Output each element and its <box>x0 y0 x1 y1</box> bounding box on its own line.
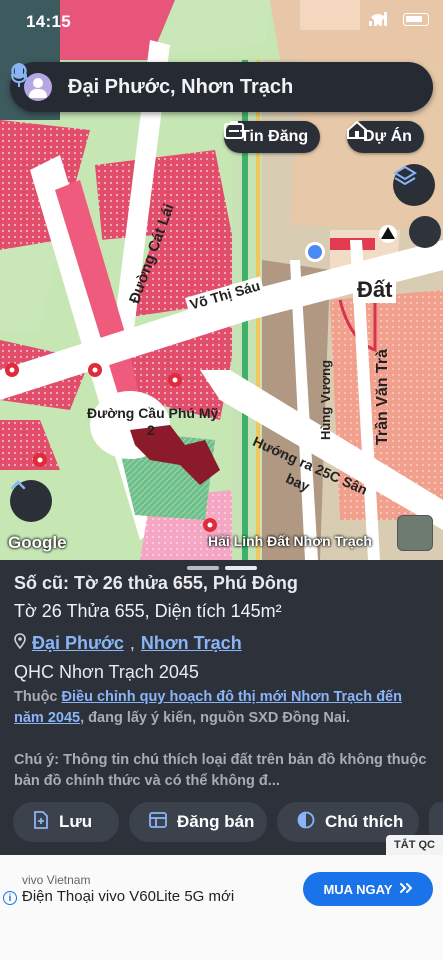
dang-ban-label: Đăng bán <box>177 812 255 831</box>
parcel-location: Đại Phước, Nhơn Trạch <box>14 633 242 654</box>
map-label-dat: Đất <box>353 277 397 303</box>
status-time: 14:15 <box>26 12 71 31</box>
chu-thich-label: Chú thích <box>325 812 404 831</box>
map-label-hung-vuong: Hùng Vương <box>318 359 333 440</box>
tin-dang-chip[interactable]: Tin Đăng <box>224 121 321 153</box>
location-separator: , <box>129 633 135 653</box>
info-panel: Số cũ: Tờ 26 thửa 655, Phú Đông Tờ 26 Th… <box>0 560 443 855</box>
location-district-link[interactable]: Nhơn Trạch <box>141 633 242 654</box>
save-label: Lưu <box>59 812 93 831</box>
legend-icon <box>297 811 315 834</box>
close-ad-button[interactable]: TẮT QC <box>386 835 443 855</box>
compass-button[interactable] <box>409 216 441 248</box>
map-label-cau-phu-my: Đường Cầu Phú Mỹ <box>87 405 219 421</box>
plan-note-suffix: , đang lấy ý kiến, nguồn SXD Đồng Nai. <box>80 710 351 726</box>
plan-note: Thuộc Điều chỉnh quy hoạch đô thị mới Nh… <box>14 687 432 729</box>
du-an-chip[interactable]: Dự Án <box>347 121 424 153</box>
save-icon <box>33 810 49 834</box>
search-input[interactable]: Đại Phước, Nhơn Trạch <box>68 76 347 99</box>
location-pin-icon <box>14 633 26 654</box>
du-an-label: Dự Án <box>363 128 412 145</box>
drag-handle[interactable] <box>187 566 219 570</box>
action-bar: Lưu Đăng bán Chú thích <box>13 802 443 842</box>
disclaimer-text: Chú ý: Thông tin chú thích loại đất trên… <box>14 752 427 789</box>
dang-ban-button[interactable]: Đăng bán <box>129 802 267 842</box>
qhc-label: QHC Nhơn Trạch 2045 <box>14 662 199 682</box>
ad-cta-label: MUA NGAY <box>323 881 393 897</box>
street-view-thumbnail[interactable] <box>397 515 433 551</box>
parcel-details: Tờ 26 Thửa 655, Diện tích 145m² <box>14 601 282 621</box>
google-logo: Google <box>8 533 67 552</box>
watermark-text: Hải Linh Đất Nhơn Trạch <box>208 533 372 549</box>
double-chevron-right-icon <box>399 882 413 897</box>
location-ward-link[interactable]: Đại Phước <box>32 633 124 654</box>
drag-handle-active[interactable] <box>225 566 257 570</box>
map-label-cau-phu-my-2: 2 <box>147 422 155 438</box>
plan-note-prefix: Thuộc <box>14 689 62 705</box>
search-icon[interactable] <box>11 63 383 101</box>
search-bar[interactable]: Đại Phước, Nhơn Trạch <box>10 62 433 112</box>
tin-dang-label: Tin Đăng <box>240 128 309 145</box>
listing-icon <box>149 811 167 833</box>
map-view[interactable]: 14:15 Đại Phước, Nhơn Trạch Tin Đăng Dự … <box>0 0 443 560</box>
map-label-tran-van-tra: Trần Văn Trà <box>374 348 391 445</box>
save-button[interactable]: Lưu <box>13 802 119 842</box>
ad-banner[interactable]: TẮT QC vivo Vietnam i Điện Thoại vivo V6… <box>0 835 443 960</box>
battery-icon <box>403 12 429 26</box>
status-bar: 14:15 <box>0 0 443 44</box>
ad-cta-button[interactable]: MUA NGAY <box>303 872 433 906</box>
expand-up-button[interactable] <box>10 480 52 522</box>
ad-title[interactable]: Điện Thoại vivo V60Lite 5G mới <box>22 888 234 905</box>
layers-button[interactable] <box>393 164 435 206</box>
parcel-old-number: Số cũ: Tờ 26 thửa 655, Phú Đông <box>14 573 298 593</box>
status-icons <box>369 12 429 26</box>
ad-info-icon[interactable]: i <box>3 891 17 905</box>
ad-brand: vivo Vietnam <box>22 873 91 887</box>
microphone-icon[interactable] <box>11 63 419 101</box>
